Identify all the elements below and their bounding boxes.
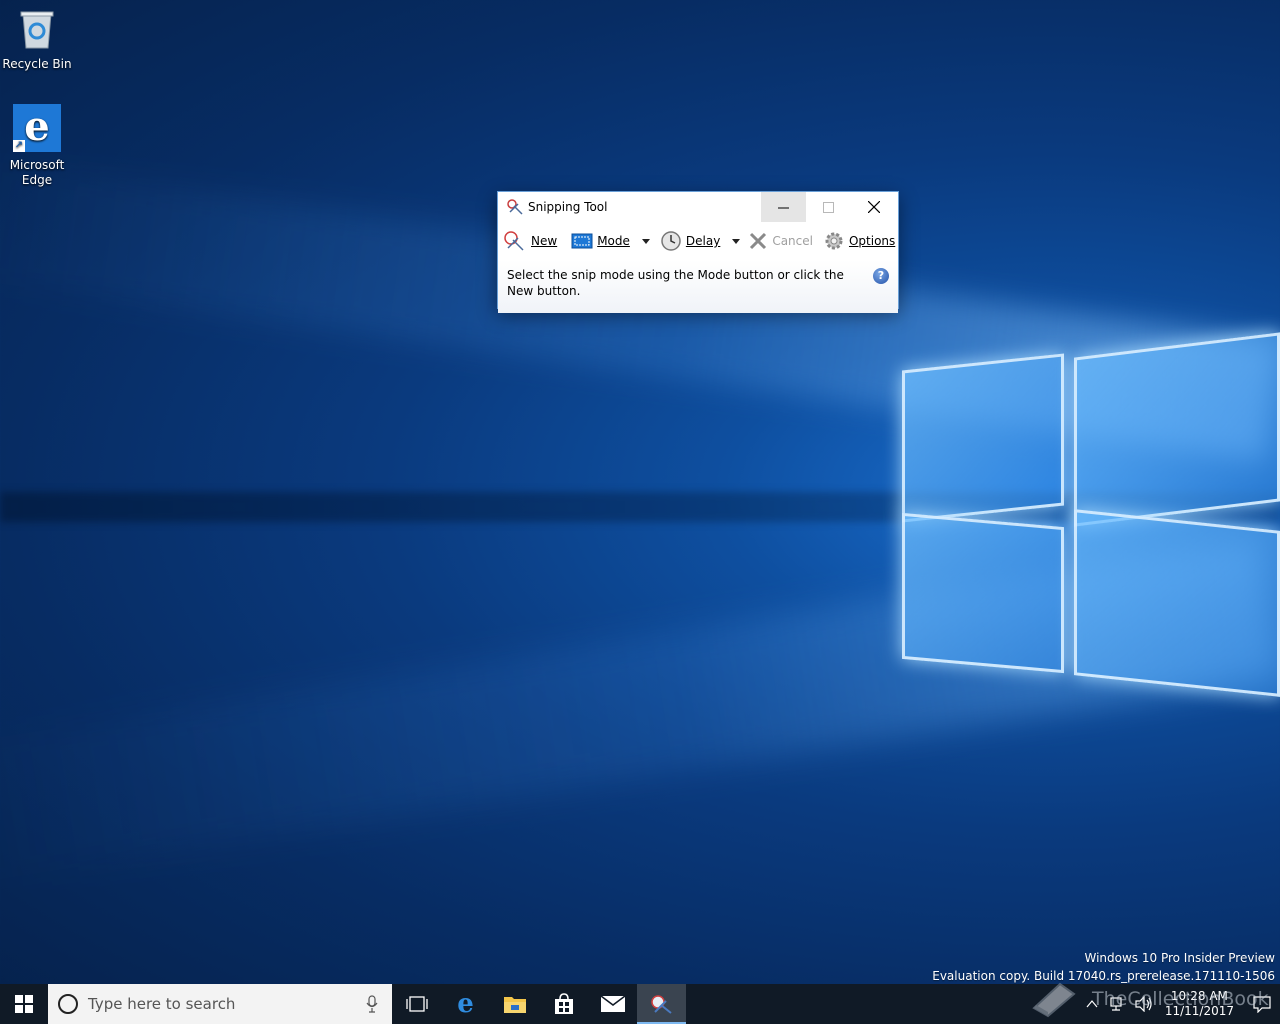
- system-tray: 10:28 AM 11/11/2017: [1079, 984, 1280, 1024]
- clock[interactable]: 10:28 AM 11/11/2017: [1165, 989, 1234, 1019]
- taskbar-file-explorer-button[interactable]: [490, 984, 539, 1024]
- mail-icon: [600, 995, 625, 1012]
- clock-date: 11/11/2017: [1164, 1004, 1234, 1018]
- toolbar: New Mode Delay Cancel Options: [498, 222, 898, 260]
- new-label: New: [531, 234, 558, 248]
- windows-logo-icon: [15, 995, 33, 1013]
- windows-evaluation-watermark: Windows 10 Pro Insider Preview Evaluatio…: [932, 949, 1275, 985]
- clock-time: 10:28 AM: [1170, 989, 1228, 1003]
- chevron-up-icon: [1086, 1000, 1098, 1008]
- watermark-build: Evaluation copy. Build 17040.rs_prerelea…: [932, 969, 1275, 983]
- help-icon[interactable]: ?: [873, 268, 889, 284]
- cancel-x-icon: [750, 232, 767, 250]
- scissors-icon: [507, 199, 523, 215]
- wallpaper-window-pane: [1074, 509, 1280, 697]
- close-icon: [867, 201, 880, 213]
- taskbar: Type here to search e 10:28 AM 11/11/201…: [0, 984, 1280, 1024]
- microphone-icon[interactable]: [366, 995, 378, 1013]
- options-button[interactable]: Options: [821, 226, 897, 256]
- search-placeholder: Type here to search: [88, 995, 236, 1013]
- rectangle-mode-icon: [571, 233, 593, 249]
- store-icon: [554, 993, 573, 1014]
- clock-icon: [661, 231, 681, 251]
- new-button[interactable]: New: [501, 226, 559, 256]
- wallpaper-window-pane: [902, 353, 1064, 523]
- network-button[interactable]: [1105, 984, 1131, 1024]
- taskbar-edge-button[interactable]: e: [441, 984, 490, 1024]
- minimize-icon: [778, 207, 789, 208]
- mode-label: Mode: [597, 234, 630, 248]
- minimize-button[interactable]: [761, 192, 806, 222]
- delay-dropdown-button[interactable]: [730, 226, 742, 256]
- cancel-label: Cancel: [772, 234, 813, 248]
- cortana-icon: [58, 994, 78, 1014]
- notification-icon: [1253, 996, 1271, 1013]
- maximize-icon: [823, 201, 834, 213]
- taskbar-store-button[interactable]: [539, 984, 588, 1024]
- new-snip-icon: [504, 231, 524, 251]
- volume-icon: [1135, 996, 1152, 1012]
- action-center-button[interactable]: [1244, 984, 1280, 1024]
- delay-label: Delay: [685, 234, 721, 248]
- search-box[interactable]: Type here to search: [48, 984, 392, 1024]
- wallpaper-window-pane: [902, 512, 1064, 674]
- desktop-icon-label: Recycle Bin: [2, 57, 72, 71]
- title-bar[interactable]: Snipping Tool: [498, 192, 898, 222]
- maximize-button[interactable]: [806, 192, 851, 222]
- options-label: Options: [848, 234, 896, 248]
- taskbar-snipping-tool-button[interactable]: [637, 984, 686, 1024]
- gear-icon: [825, 232, 843, 250]
- close-button[interactable]: [851, 192, 896, 222]
- delay-button[interactable]: Delay: [658, 226, 722, 256]
- wallpaper-window-pane: [1074, 332, 1280, 527]
- window-title: Snipping Tool: [528, 200, 608, 214]
- folder-icon: [503, 997, 526, 1013]
- network-icon: [1110, 997, 1122, 1011]
- mode-button[interactable]: Mode: [569, 226, 632, 256]
- mode-dropdown-button[interactable]: [640, 226, 652, 256]
- show-hidden-icons-button[interactable]: [1079, 984, 1105, 1024]
- task-view-icon: [405, 996, 428, 1012]
- edge-icon: e ↗: [13, 104, 61, 152]
- status-message: Select the snip mode using the Mode butt…: [507, 268, 844, 298]
- edge-icon: e: [457, 989, 474, 1019]
- cancel-button: Cancel: [746, 226, 815, 256]
- chevron-down-icon: [732, 238, 741, 244]
- shortcut-arrow-icon: ↗: [13, 140, 25, 152]
- scissors-icon: [650, 995, 672, 1014]
- recycle-bin-icon: [20, 11, 54, 49]
- desktop-icon-recycle-bin[interactable]: Recycle Bin: [2, 8, 72, 72]
- task-view-button[interactable]: [392, 984, 441, 1024]
- start-button[interactable]: [0, 984, 48, 1024]
- status-message-area: Select the snip mode using the Mode butt…: [498, 260, 898, 313]
- watermark-edition: Windows 10 Pro Insider Preview: [1084, 951, 1275, 965]
- desktop-icon-label: Microsoft Edge: [9, 158, 65, 187]
- desktop-icon-microsoft-edge[interactable]: e ↗ Microsoft Edge: [2, 104, 72, 188]
- taskbar-mail-button[interactable]: [588, 984, 637, 1024]
- volume-button[interactable]: [1131, 984, 1157, 1024]
- chevron-down-icon: [641, 238, 650, 244]
- snipping-tool-window: Snipping Tool New Mode Delay Cancel Opti…: [497, 191, 899, 313]
